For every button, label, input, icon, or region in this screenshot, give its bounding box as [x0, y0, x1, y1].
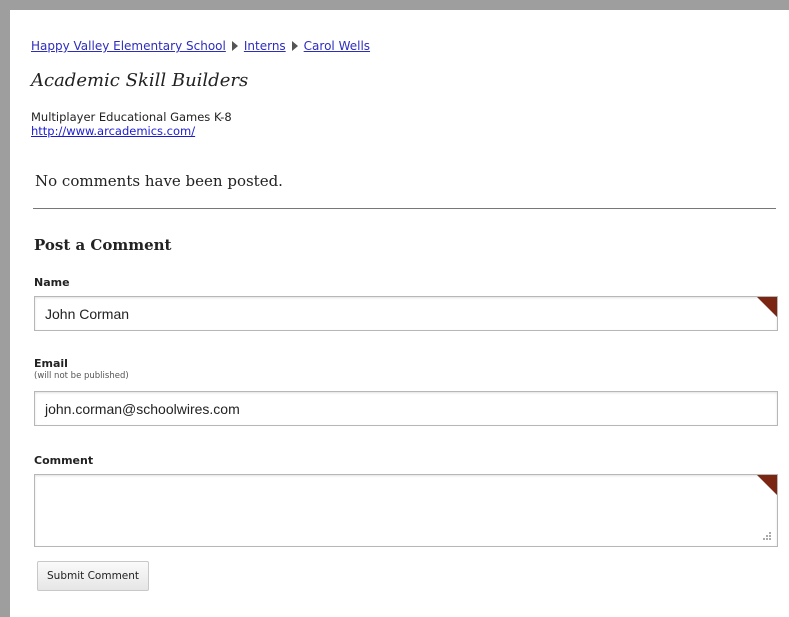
required-marker-icon	[757, 297, 777, 317]
name-field-value: John Corman	[45, 306, 130, 322]
divider	[33, 208, 776, 209]
website-link[interactable]: http://www.arcademics.com/	[31, 124, 232, 138]
breadcrumb-link-carol-wells[interactable]: Carol Wells	[304, 39, 370, 53]
breadcrumb-separator-icon	[231, 41, 238, 51]
window-top-border	[0, 0, 789, 10]
window-left-border	[0, 0, 10, 617]
breadcrumb: Happy Valley Elementary School Interns Car…	[31, 39, 370, 53]
comment-textarea[interactable]	[34, 474, 778, 547]
name-field[interactable]: John Corman	[34, 296, 778, 331]
comment-label: Comment	[34, 454, 94, 467]
email-field-value: john.corman@schoolwires.com	[45, 401, 240, 417]
description-text: Multiplayer Educational Games K-8	[31, 110, 232, 124]
email-field[interactable]: john.corman@schoolwires.com	[34, 391, 778, 426]
breadcrumb-link-school[interactable]: Happy Valley Elementary School	[31, 39, 226, 53]
resize-handle-icon[interactable]	[763, 532, 771, 540]
post-comment-heading: Post a Comment	[34, 236, 172, 254]
email-label: Email (will not be published)	[34, 357, 129, 381]
breadcrumb-separator-icon	[291, 41, 298, 51]
page-description: Multiplayer Educational Games K-8 http:/…	[31, 110, 232, 138]
email-label-text: Email	[34, 357, 68, 370]
name-label: Name	[34, 276, 70, 289]
breadcrumb-link-interns[interactable]: Interns	[244, 39, 286, 53]
email-note: (will not be published)	[34, 371, 129, 381]
submit-comment-button[interactable]: Submit Comment	[37, 561, 150, 591]
no-comments-message: No comments have been posted.	[35, 172, 283, 190]
page-title: Academic Skill Builders	[31, 70, 249, 91]
required-marker-icon	[757, 475, 777, 495]
